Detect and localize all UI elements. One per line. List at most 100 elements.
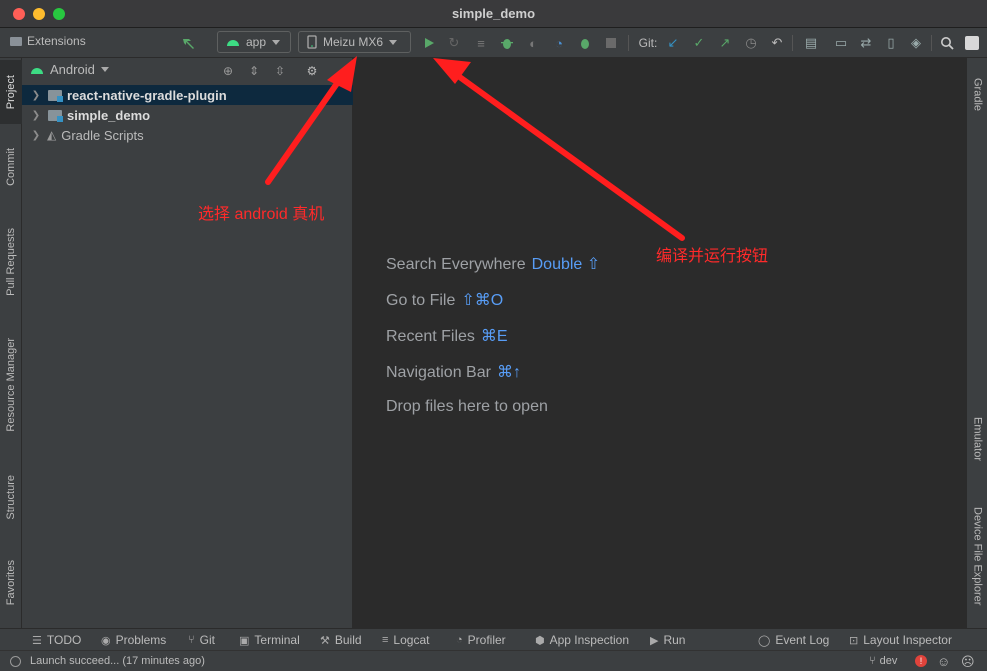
- tree-item-simple-demo[interactable]: ❯ simple_demo: [22, 105, 353, 125]
- tab-resource-manager[interactable]: Resource Manager: [0, 320, 22, 450]
- status-bar: Launch succeed... (17 minutes ago) ⑂ dev…: [0, 650, 987, 671]
- tree-item-react-native-gradle-plugin[interactable]: ❯ react-native-gradle-plugin: [22, 85, 353, 105]
- tab-label: Run: [663, 633, 686, 647]
- gear-icon[interactable]: ⚙: [304, 63, 320, 79]
- expand-all-icon[interactable]: ⇕: [246, 63, 262, 79]
- list-icon: ☰: [32, 634, 42, 647]
- hint-label: Search Everywhere: [386, 256, 526, 273]
- project-view-select[interactable]: Android: [30, 62, 109, 77]
- tab-pull-requests-label: Pull Requests: [5, 228, 17, 296]
- bug-icon: [501, 39, 513, 49]
- extensions-label: Extensions: [27, 34, 86, 48]
- tab-structure[interactable]: Structure: [0, 460, 22, 534]
- device-manager-icon[interactable]: ▯: [881, 33, 901, 53]
- sync-gradle-icon[interactable]: ⇄: [856, 33, 876, 53]
- annotation-select-device: 选择 android 真机: [198, 206, 325, 223]
- stop-icon[interactable]: [601, 33, 621, 53]
- tab-logcat[interactable]: ≡ Logcat: [382, 633, 429, 647]
- tab-device-file-explorer[interactable]: Device File Explorer: [967, 494, 987, 618]
- debug-button[interactable]: [497, 33, 517, 53]
- git-history-icon[interactable]: ◷: [741, 33, 761, 53]
- toolbar-divider: [792, 35, 793, 51]
- project-panel: Android ⊕ ⇕ ⇳ ⚙ ❯ react-native-gradle-pl…: [22, 58, 353, 628]
- extensions-breadcrumb[interactable]: Extensions: [10, 34, 86, 48]
- tree-item-label: react-native-gradle-plugin: [67, 87, 227, 103]
- search-icon[interactable]: [937, 33, 957, 53]
- device-select[interactable]: Meizu MX6: [298, 31, 411, 53]
- status-message[interactable]: Launch succeed... (17 minutes ago): [30, 655, 205, 667]
- apply-code-changes-icon[interactable]: ≡: [471, 33, 491, 53]
- git-rollback-icon[interactable]: ↶: [767, 33, 787, 53]
- phone-icon: [307, 35, 317, 49]
- tab-commit[interactable]: Commit: [0, 134, 22, 200]
- attach-debugger-icon[interactable]: ◐: [523, 33, 543, 53]
- hammer-build-icon[interactable]: [179, 33, 199, 53]
- tab-problems[interactable]: ◉ Problems: [101, 633, 166, 647]
- hint-drop-files: Drop files here to open: [386, 398, 548, 416]
- tab-gradle-label: Gradle: [971, 78, 984, 112]
- tab-favorites-label: Favorites: [5, 560, 17, 606]
- account-icon[interactable]: [962, 33, 982, 53]
- smiley-feedback-icon[interactable]: ☺: [937, 654, 950, 669]
- collapse-all-icon[interactable]: ⇳: [272, 63, 288, 79]
- locate-file-icon[interactable]: ⊕: [220, 63, 236, 79]
- tab-label: Problems: [115, 633, 167, 647]
- tab-label: Terminal: [254, 633, 300, 647]
- git-update-icon[interactable]: ↙: [663, 33, 683, 53]
- chevron-down-icon: [389, 39, 398, 45]
- hammer-icon: ⚒: [320, 634, 330, 647]
- hint-shortcut: ⌘↑: [496, 364, 521, 381]
- branch-icon: ⑂: [188, 634, 195, 646]
- tab-layout-inspector[interactable]: ⊡ Layout Inspector: [849, 633, 952, 647]
- chevron-right-icon: ❯: [31, 89, 41, 101]
- tab-favorites[interactable]: Favorites: [0, 546, 22, 620]
- hint-shortcut: ⇧⌘O: [461, 292, 504, 309]
- sdk-manager-icon[interactable]: ◈: [906, 33, 926, 53]
- hint-shortcut: ⌘E: [480, 328, 508, 345]
- hint-search-everywhere: Search Everywhere Double ⇧: [386, 254, 600, 274]
- apply-changes-icon[interactable]: ↻: [444, 33, 464, 53]
- run-configuration-select[interactable]: app: [217, 31, 291, 53]
- tab-gradle[interactable]: Gradle: [967, 64, 987, 126]
- git-branch-widget[interactable]: ⑂ dev: [869, 655, 897, 667]
- avd-manager-icon[interactable]: ▭: [831, 33, 851, 53]
- tab-app-inspection[interactable]: ⬢ App Inspection: [535, 633, 629, 647]
- chevron-right-icon: ❯: [31, 129, 41, 141]
- inspect-icon: ⬢: [535, 634, 545, 647]
- project-structure-icon[interactable]: ▤: [801, 33, 821, 53]
- progress-spinner-icon: [10, 656, 21, 667]
- debug-restart-icon[interactable]: [575, 33, 595, 53]
- project-view-label: Android: [50, 62, 95, 77]
- warning-icon: ◉: [101, 634, 111, 647]
- tab-project-label: Project: [5, 74, 17, 110]
- tab-profiler[interactable]: ◔ Profiler: [456, 633, 506, 647]
- tab-project[interactable]: Project: [0, 60, 22, 124]
- profile-icon[interactable]: ◔: [549, 33, 569, 53]
- tab-git[interactable]: ⑂ Git: [188, 633, 215, 647]
- hint-shortcut: Double ⇧: [531, 256, 601, 273]
- editor-area[interactable]: Search Everywhere Double ⇧ Go to File ⇧⌘O …: [353, 58, 966, 628]
- tab-run[interactable]: ▶ Run: [650, 633, 685, 647]
- tab-label: Profiler: [467, 633, 506, 647]
- hint-go-to-file: Go to File ⇧⌘O: [386, 290, 503, 310]
- error-indicator-icon[interactable]: !: [915, 655, 927, 667]
- run-button[interactable]: [419, 33, 439, 53]
- run-configuration-label: app: [246, 35, 267, 49]
- tab-label: Event Log: [775, 633, 830, 647]
- project-panel-header: Android ⊕ ⇕ ⇳ ⚙: [22, 58, 353, 84]
- tab-todo[interactable]: ☰ TODO: [32, 633, 81, 647]
- git-commit-icon[interactable]: ✓: [689, 33, 709, 53]
- tab-emulator[interactable]: Emulator: [967, 404, 987, 474]
- chevron-down-icon: [100, 67, 109, 72]
- hint-label: Navigation Bar: [386, 364, 491, 381]
- tree-item-gradle-scripts[interactable]: ❯ ◭ Gradle Scripts: [22, 125, 353, 145]
- frown-feedback-icon[interactable]: ☹: [961, 654, 975, 670]
- git-push-icon[interactable]: ↗: [715, 33, 735, 53]
- tab-label: Layout Inspector: [863, 633, 952, 647]
- tab-event-log[interactable]: ◯ Event Log: [758, 633, 829, 647]
- tab-build[interactable]: ⚒ Build: [320, 633, 362, 647]
- layout-inspector-icon: ⊡: [849, 634, 859, 647]
- tab-structure-label: Structure: [5, 474, 17, 520]
- tab-terminal[interactable]: ▣ Terminal: [239, 633, 300, 647]
- tab-pull-requests[interactable]: Pull Requests: [0, 212, 22, 312]
